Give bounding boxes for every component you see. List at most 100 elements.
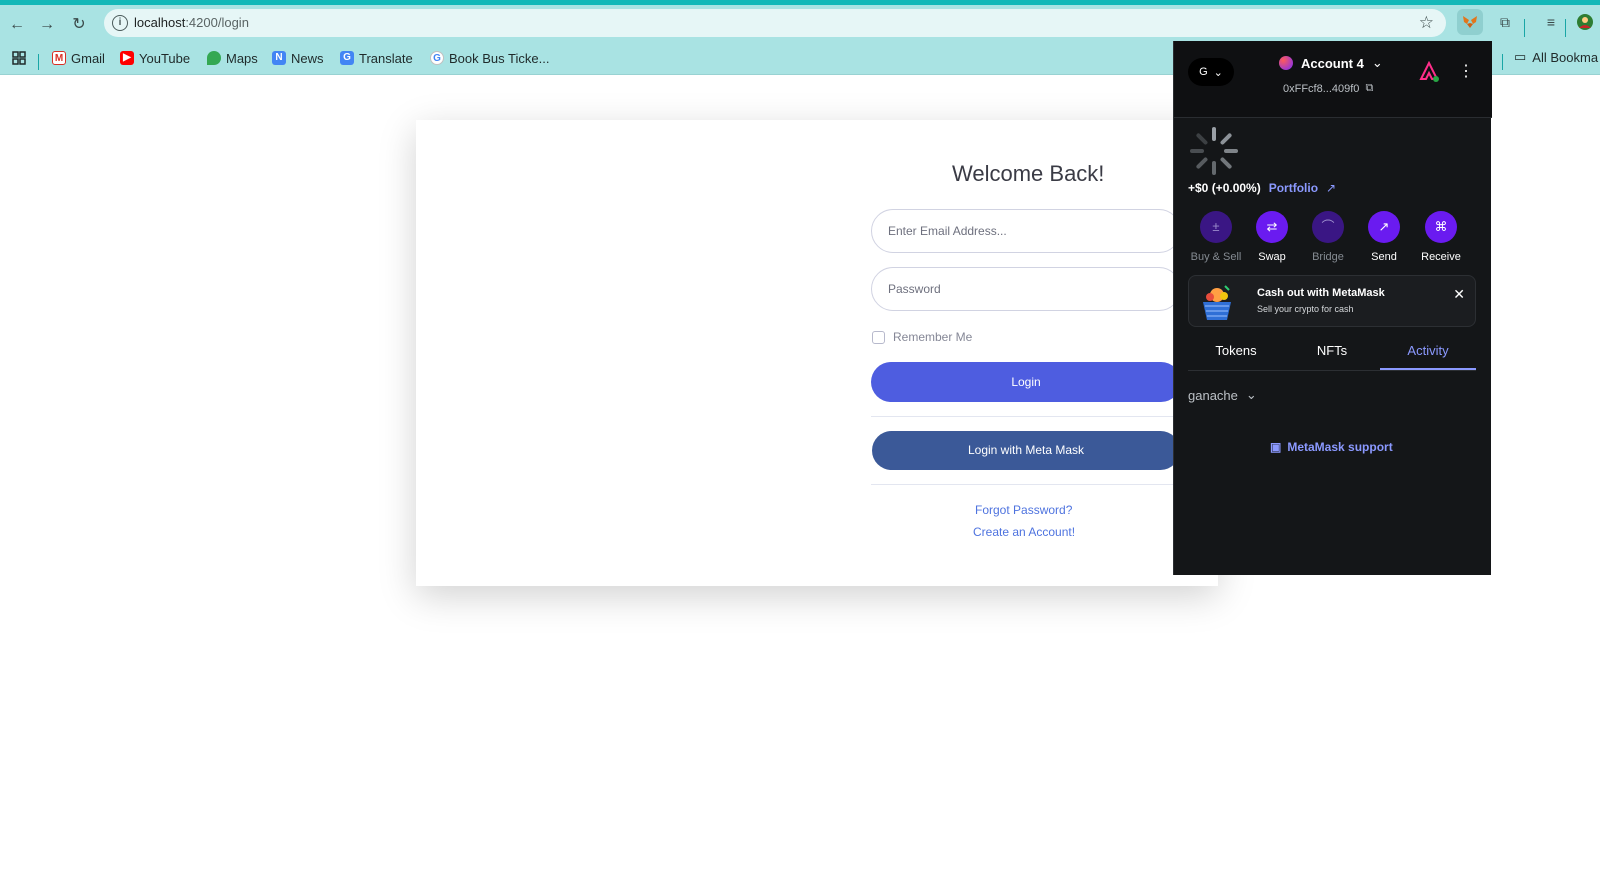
remember-me[interactable]: Remember Me <box>872 330 972 344</box>
apps-grid-icon[interactable] <box>12 49 26 67</box>
action-label: Receive <box>1421 251 1461 263</box>
support-label: MetaMask support <box>1287 440 1393 454</box>
gmail-icon: M <box>52 51 66 65</box>
close-icon[interactable]: ✕ <box>1453 286 1465 303</box>
network-filter[interactable]: ganache ⌄ <box>1188 387 1257 403</box>
action-label: Send <box>1371 251 1397 263</box>
email-placeholder: Enter Email Address... <box>888 224 1007 238</box>
send-button[interactable]: ↗ Send <box>1354 211 1414 263</box>
network-initial: G <box>1199 66 1208 78</box>
connected-site-icon[interactable] <box>1418 60 1440 83</box>
address-bar[interactable]: i localhost:4200/login ☆ <box>104 9 1446 37</box>
translate-icon: G <box>340 51 354 65</box>
reload-icon[interactable]: ↻ <box>68 14 90 36</box>
extensions-puzzle-icon[interactable]: ⧉ <box>1492 9 1518 35</box>
browser-toolbar: ← → ↻ i localhost:4200/login ☆ ⧉ ≡ <box>0 5 1600 41</box>
url-text[interactable]: localhost:4200/login <box>134 15 249 30</box>
chevron-down-icon: ⌄ <box>1245 387 1257 402</box>
account-selector[interactable]: Account 4 ⌄ <box>1279 55 1383 71</box>
bookmark-book-bus[interactable]: G Book Bus Ticke... <box>430 49 549 67</box>
action-label: Bridge <box>1312 251 1344 263</box>
reading-list-icon[interactable]: ≡ <box>1538 9 1564 35</box>
metamask-login-button[interactable]: Login with Meta Mask <box>872 431 1180 470</box>
swap-button[interactable]: ⇄ Swap <box>1242 211 1302 263</box>
bookmark-news[interactable]: N News <box>272 49 324 67</box>
network-filter-label: ganache <box>1188 387 1238 403</box>
tab-nfts[interactable]: NFTs <box>1284 343 1380 358</box>
account-address[interactable]: 0xFFcf8...409f0 ⧉ <box>1283 82 1373 95</box>
profile-avatar-icon[interactable] <box>1572 9 1598 35</box>
metamask-support-link[interactable]: ▣ MetaMask support <box>1270 440 1393 454</box>
remember-checkbox[interactable] <box>872 330 885 344</box>
maps-icon <box>207 51 221 65</box>
folder-icon: ▭ <box>1514 49 1527 64</box>
bookmark-translate[interactable]: G Translate <box>340 49 413 67</box>
all-bookmarks-label: All Bookma <box>1532 49 1599 65</box>
receive-icon: ⌘ <box>1425 211 1457 243</box>
chat-icon: ▣ <box>1270 440 1282 454</box>
bridge-icon: ⌒ <box>1312 211 1344 243</box>
active-tab-indicator <box>1380 368 1476 370</box>
bridge-button[interactable]: ⌒ Bridge <box>1298 211 1358 263</box>
create-account-link[interactable]: Create an Account! <box>973 525 1075 539</box>
all-bookmarks-folder[interactable]: ▭ All Bookma <box>1514 49 1598 65</box>
bookmark-label: Book Bus Ticke... <box>449 50 550 66</box>
send-icon: ↗ <box>1368 211 1400 243</box>
external-link-icon[interactable]: ↗ <box>1326 181 1336 195</box>
password-placeholder: Password <box>888 282 941 296</box>
login-card <box>416 120 1218 586</box>
tab-activity[interactable]: Activity <box>1380 343 1476 358</box>
tab-tokens[interactable]: Tokens <box>1188 343 1284 358</box>
login-button[interactable]: Login <box>871 362 1181 402</box>
toolbar-divider <box>1524 19 1525 37</box>
buy-sell-icon: ± <box>1200 211 1232 243</box>
account-avatar <box>1279 56 1293 70</box>
swap-icon: ⇄ <box>1256 211 1288 243</box>
cash-out-banner[interactable]: Cash out with MetaMask Sell your crypto … <box>1188 275 1476 327</box>
password-field[interactable]: Password <box>871 267 1181 311</box>
forgot-password-link[interactable]: Forgot Password? <box>975 503 1072 517</box>
bookmark-label: News <box>291 50 324 66</box>
bookmark-label: Gmail <box>71 50 105 66</box>
portfolio-link[interactable]: Portfolio <box>1269 181 1318 195</box>
metamask-tabs: Tokens NFTs Activity <box>1188 337 1476 371</box>
back-icon[interactable]: ← <box>6 14 28 36</box>
divider <box>871 484 1181 485</box>
bookmark-youtube[interactable]: ▶ YouTube <box>120 49 190 67</box>
change-value: +$0 (+0.00%) <box>1188 181 1261 195</box>
news-icon: N <box>272 51 286 65</box>
remember-label: Remember Me <box>893 330 973 344</box>
shopping-basket-icon <box>1203 285 1231 320</box>
banner-subtitle: Sell your crypto for cash <box>1257 304 1354 314</box>
bookmark-gmail[interactable]: M Gmail <box>52 49 105 67</box>
action-label: Swap <box>1258 251 1286 263</box>
page-title: Welcome Back! <box>952 161 1105 186</box>
buy-sell-button[interactable]: ± Buy & Sell <box>1186 211 1246 263</box>
bookmark-maps[interactable]: Maps <box>207 49 258 67</box>
forward-icon[interactable]: → <box>36 14 58 36</box>
bookmark-label: Maps <box>226 50 258 66</box>
network-selector[interactable]: G ⌄ <box>1188 58 1234 86</box>
loading-spinner-icon <box>1190 127 1238 175</box>
balance-change: +$0 (+0.00%) Portfolio ↗ <box>1188 181 1336 195</box>
metamask-header: G ⌄ Account 4 ⌄ 0xFFcf8...409f0 ⧉ ⋮ <box>1174 41 1492 118</box>
metamask-popup: G ⌄ Account 4 ⌄ 0xFFcf8...409f0 ⧉ ⋮ +$0 … <box>1173 41 1492 575</box>
banner-title: Cash out with MetaMask <box>1257 287 1385 299</box>
copy-icon[interactable]: ⧉ <box>1365 82 1373 95</box>
bookmark-star-icon[interactable]: ☆ <box>1419 13 1434 33</box>
more-options-icon[interactable]: ⋮ <box>1458 61 1474 81</box>
divider <box>871 416 1181 417</box>
bookmark-label: Translate <box>359 50 413 66</box>
email-field[interactable]: Enter Email Address... <box>871 209 1181 253</box>
bookmark-divider <box>38 54 39 70</box>
account-name: Account 4 <box>1301 55 1364 71</box>
address-text: 0xFFcf8...409f0 <box>1283 82 1360 95</box>
site-info-icon[interactable]: i <box>112 15 128 31</box>
metamask-extension-icon[interactable] <box>1457 9 1483 35</box>
action-label: Buy & Sell <box>1190 251 1242 263</box>
toolbar-divider <box>1565 19 1566 37</box>
receive-button[interactable]: ⌘ Receive <box>1411 211 1471 263</box>
chevron-down-icon: ⌄ <box>1371 55 1383 70</box>
chevron-down-icon: ⌄ <box>1213 66 1223 79</box>
bookmark-label: YouTube <box>139 50 191 66</box>
